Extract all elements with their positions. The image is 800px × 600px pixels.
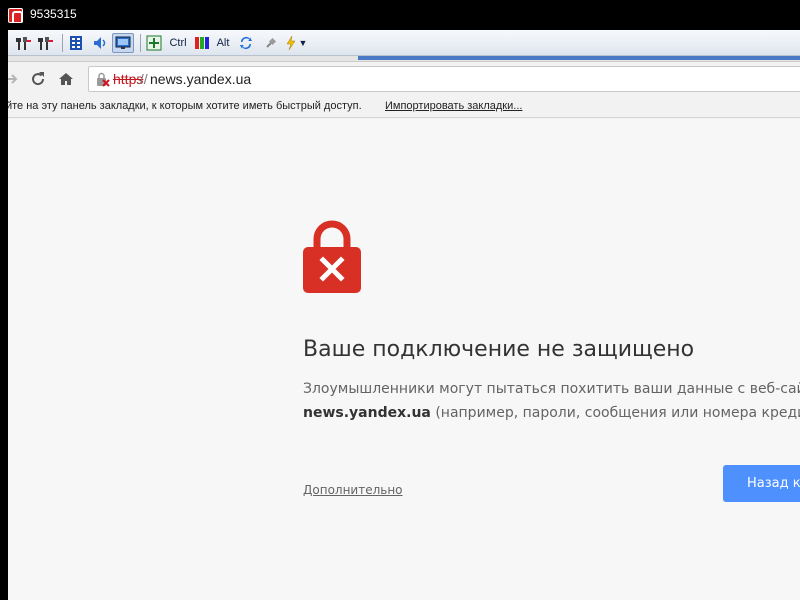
remote-toolbar: Ctrl Alt ▼ [8,30,800,56]
page-content: Ваше подключение не защищено Злоумышленн… [8,119,800,600]
description-line-2-text: (например, пароли, сообщения или номера … [435,405,800,421]
refresh-icon[interactable] [236,33,256,53]
window-title: 9535315 [30,7,77,21]
url-separator: :// [136,71,148,87]
back-to-safety-button[interactable]: Назад к [723,465,800,502]
broken-lock-icon[interactable] [95,72,111,88]
plug-icon[interactable] [262,33,280,53]
monitor-icon[interactable] [112,33,134,53]
bookmarks-bar: йте на эту панель закладки, к которым хо… [8,94,800,118]
speaker-icon[interactable] [90,33,110,53]
description-line-2: news.yandex.ua (например, пароли, сообще… [303,405,800,421]
description-line-1: Злоумышленники могут пытаться похитить в… [303,381,800,397]
browser-toolbar: https :// news.yandex.ua [8,62,800,94]
advanced-link[interactable]: Дополнительно [303,483,403,497]
title-bar: 9535315 [0,0,800,30]
toolbar-separator [62,34,63,52]
chevron-down-icon[interactable]: ▼ [298,33,308,53]
page-title: Ваше подключение не защищено [303,337,695,362]
browser-window: https :// news.yandex.ua йте на эту пане… [8,56,800,600]
tools-icon[interactable] [14,33,34,53]
tools-settings-icon[interactable] [36,33,56,53]
list-icon[interactable] [66,33,86,53]
forward-button[interactable] [8,67,18,91]
alt-key[interactable]: Alt [214,33,232,53]
ctrl-key[interactable]: Ctrl [166,33,190,53]
remote-window: 9535315 Ctrl Alt ▼ https:// news.yandex… [0,0,800,600]
toolbar-separator [140,34,141,52]
broken-lock-icon [303,219,361,293]
app-icon [8,8,23,23]
lightning-icon[interactable] [284,33,298,53]
home-button[interactable] [54,67,78,91]
description-host: news.yandex.ua [303,405,431,421]
fullscreen-icon[interactable] [144,33,164,53]
color-icon[interactable] [192,33,212,53]
bookmarks-hint: йте на эту панель закладки, к которым хо… [8,100,362,112]
reload-button[interactable] [26,67,50,91]
import-bookmarks-link[interactable]: Импортировать закладки... [385,100,522,112]
url-host: news.yandex.ua [150,71,252,87]
address-bar[interactable]: https :// news.yandex.ua [88,66,800,92]
active-tab-edge[interactable] [358,56,800,60]
